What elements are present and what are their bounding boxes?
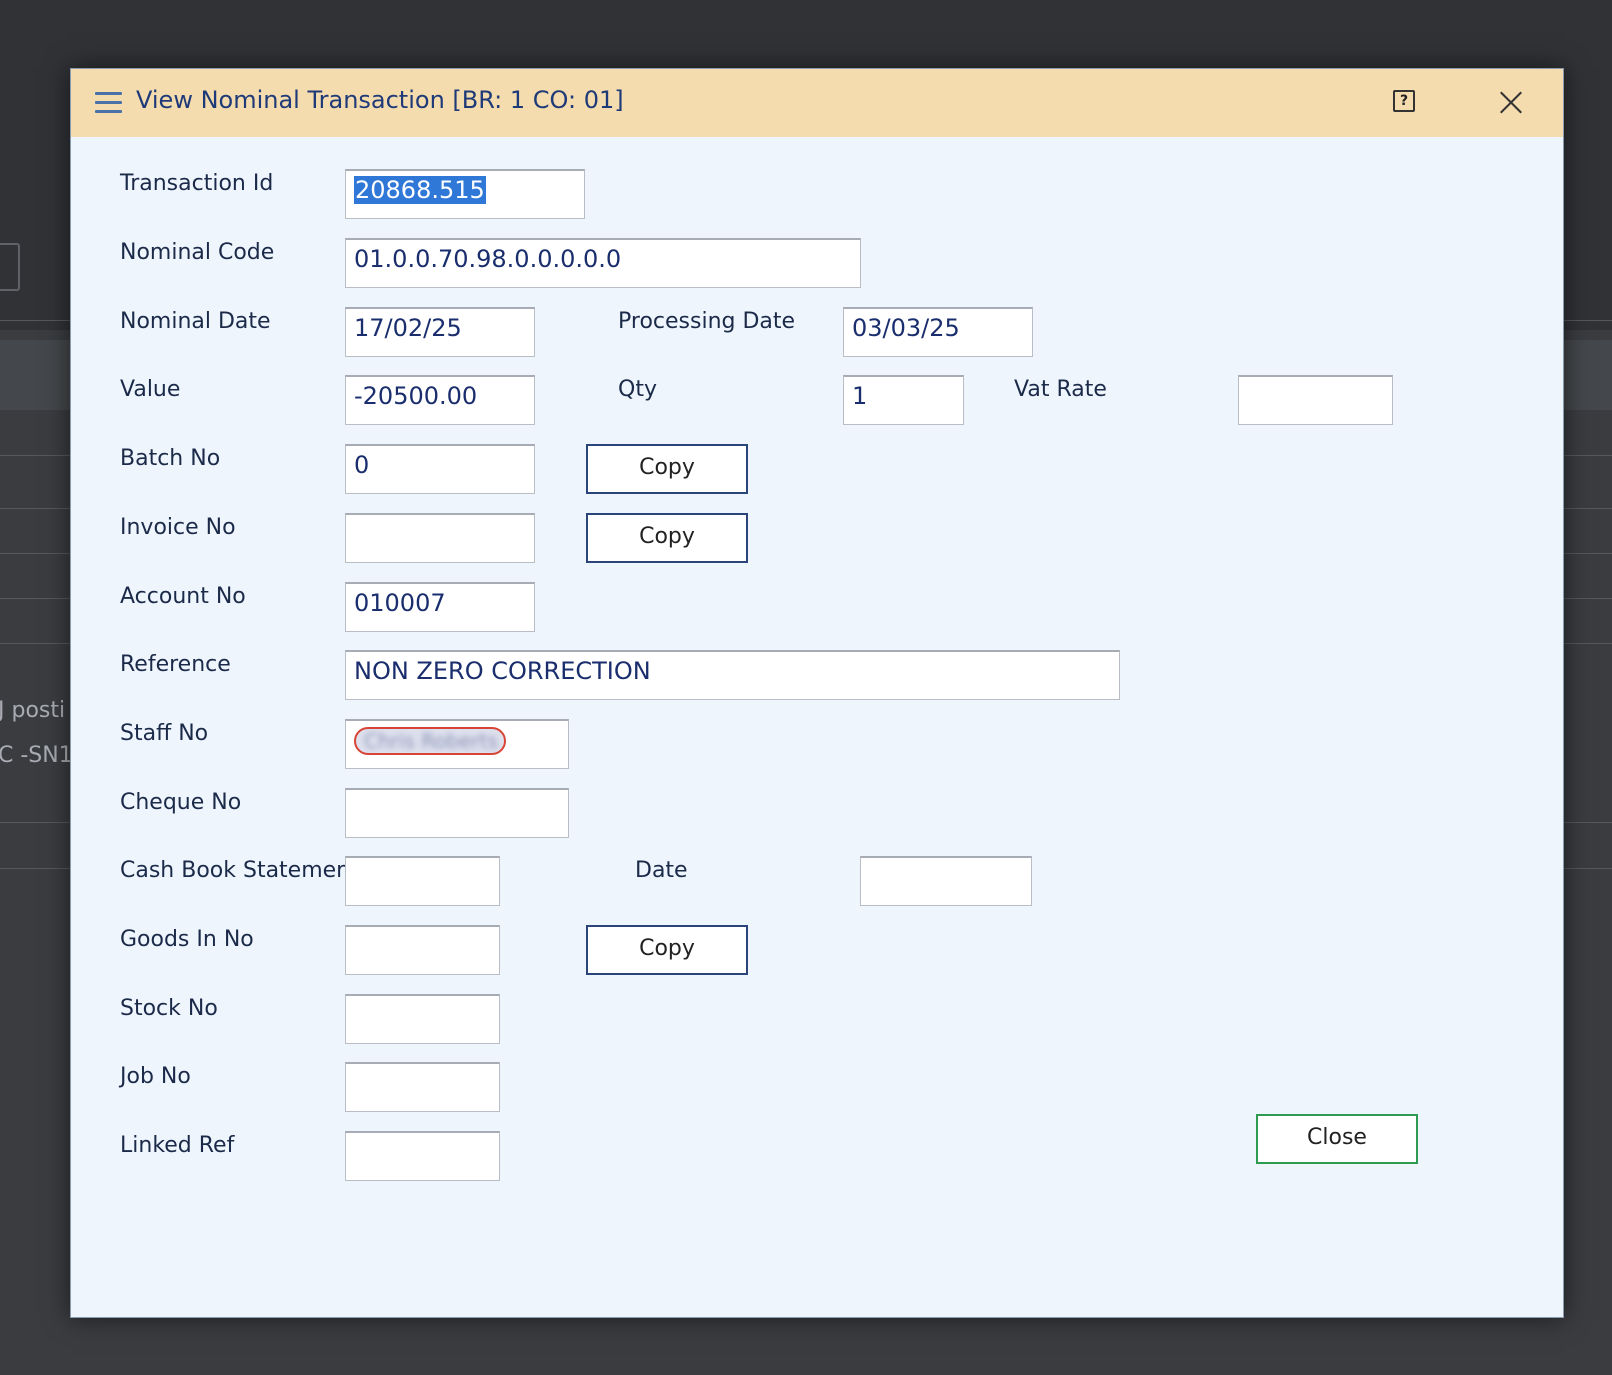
transaction-id-field[interactable]: 20868.515: [345, 169, 585, 219]
cheque-no-label: Cheque No: [120, 790, 242, 815]
copy-batch-no-button[interactable]: Copy: [586, 444, 748, 494]
stock-no-label: Stock No: [120, 996, 218, 1021]
nominal-date-field[interactable]: 17/02/25: [345, 307, 535, 357]
account-no-label: Account No: [120, 584, 246, 609]
close-icon[interactable]: [1494, 85, 1528, 119]
linked-ref-label: Linked Ref: [120, 1133, 235, 1158]
cheque-no-field[interactable]: [345, 788, 569, 838]
dialog-title: View Nominal Transaction [BR: 1 CO: 01]: [136, 86, 624, 114]
linked-ref-field[interactable]: [345, 1131, 500, 1181]
dialog-titlebar: View Nominal Transaction [BR: 1 CO: 01] …: [71, 69, 1563, 137]
reference-field[interactable]: NON ZERO CORRECTION: [345, 650, 1120, 700]
value-field[interactable]: -20500.00: [345, 375, 535, 425]
processing-date-label: Processing Date: [618, 309, 796, 334]
background-row-text: J posti: [0, 698, 66, 723]
job-no-field[interactable]: [345, 1062, 500, 1112]
background-row-text: C -SN1: [0, 743, 73, 768]
close-button[interactable]: Close: [1256, 1114, 1418, 1164]
qty-label: Qty: [618, 377, 657, 402]
nominal-date-label: Nominal Date: [120, 309, 271, 334]
transaction-id-value: 20868.515: [354, 176, 486, 204]
vat-rate-label: Vat Rate: [1014, 377, 1107, 402]
transaction-id-label: Transaction Id: [120, 171, 274, 196]
account-no-field[interactable]: 010007: [345, 582, 535, 632]
goods-in-no-field[interactable]: [345, 925, 500, 975]
view-nominal-transaction-dialog: View Nominal Transaction [BR: 1 CO: 01] …: [70, 68, 1564, 1318]
invoice-no-label: Invoice No: [120, 515, 236, 540]
hamburger-menu-icon[interactable]: [95, 92, 122, 114]
job-no-label: Job No: [120, 1064, 191, 1089]
invoice-no-field[interactable]: [345, 513, 535, 563]
help-icon[interactable]: ?: [1393, 90, 1415, 112]
staff-no-value: Chris Roberts: [364, 729, 498, 753]
batch-no-field[interactable]: 0: [345, 444, 535, 494]
cash-book-statement-field[interactable]: [345, 856, 500, 906]
nominal-code-label: Nominal Code: [120, 240, 275, 265]
date-label: Date: [635, 858, 688, 883]
batch-no-label: Batch No: [120, 446, 221, 471]
copy-goods-in-no-button[interactable]: Copy: [586, 925, 748, 975]
staff-no-field[interactable]: Chris Roberts: [345, 719, 569, 769]
goods-in-no-label: Goods In No: [120, 927, 254, 952]
copy-invoice-no-button[interactable]: Copy: [586, 513, 748, 563]
date-field[interactable]: [860, 856, 1032, 906]
cash-book-statement-label: Cash Book Statement: [120, 858, 359, 883]
nominal-code-field[interactable]: 01.0.0.70.98.0.0.0.0.0: [345, 238, 861, 288]
stock-no-field[interactable]: [345, 994, 500, 1044]
qty-field[interactable]: 1: [843, 375, 964, 425]
processing-date-field[interactable]: 03/03/25: [843, 307, 1033, 357]
reference-label: Reference: [120, 652, 231, 677]
redacted-staff-name: Chris Roberts: [354, 727, 506, 755]
background-control: [0, 243, 20, 291]
staff-no-label: Staff No: [120, 721, 209, 746]
vat-rate-field[interactable]: [1238, 375, 1393, 425]
value-label: Value: [120, 377, 181, 402]
